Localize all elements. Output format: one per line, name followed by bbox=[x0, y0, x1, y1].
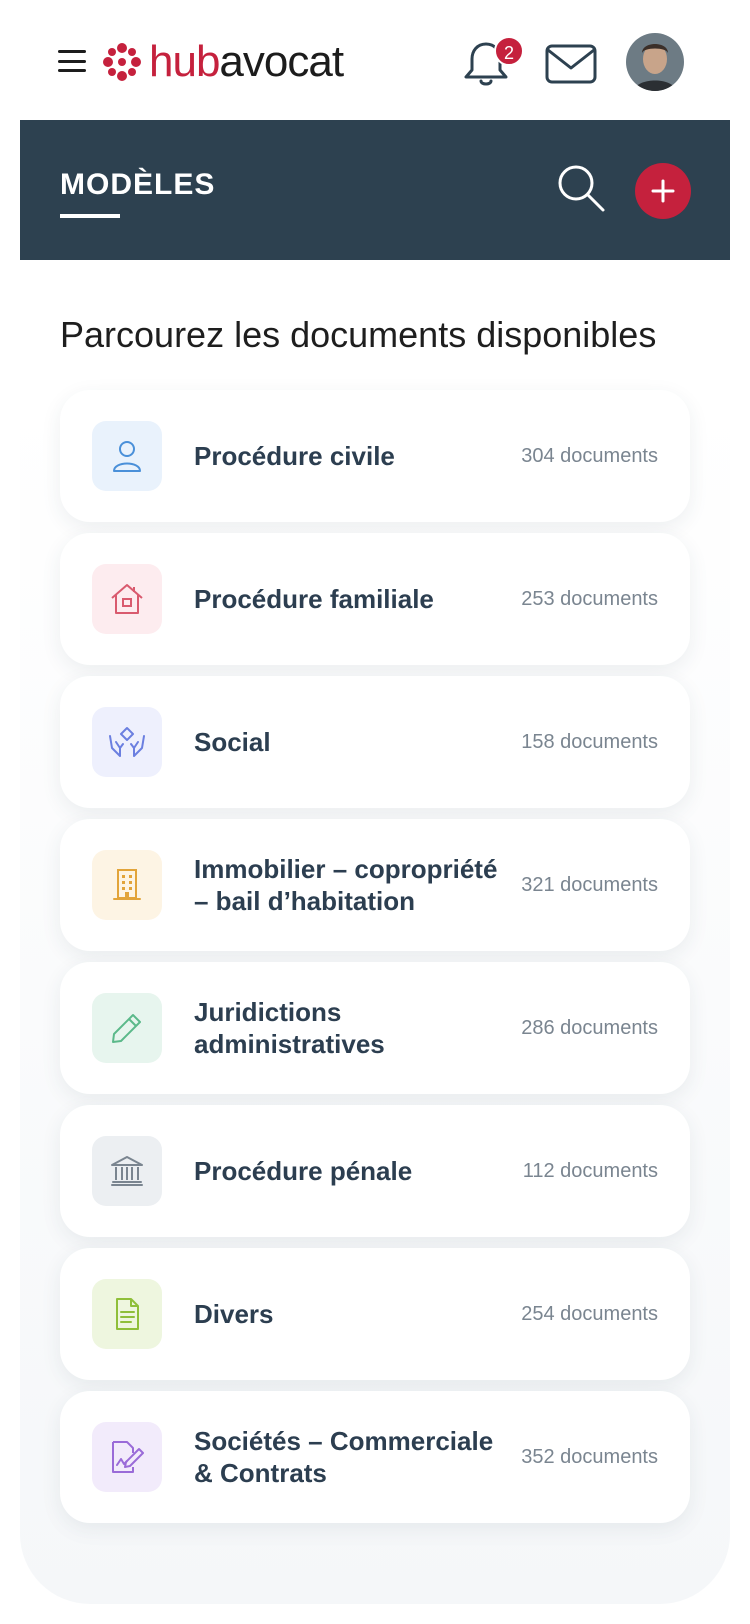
category-card-procedure-penale[interactable]: Procédure pénale 112 documents bbox=[60, 1105, 690, 1237]
category-count: 352 documents bbox=[521, 1445, 658, 1468]
category-count: 286 documents bbox=[521, 1016, 658, 1039]
avatar[interactable] bbox=[626, 33, 684, 91]
category-label: Social bbox=[194, 727, 271, 757]
logo[interactable]: hubavocat bbox=[103, 37, 344, 86]
category-icon-box bbox=[92, 850, 162, 920]
category-count: 158 documents bbox=[521, 730, 658, 753]
pencil-icon bbox=[112, 1014, 141, 1043]
section-header: MODÈLES bbox=[20, 120, 730, 260]
plus-icon bbox=[651, 179, 675, 203]
category-icon-box bbox=[92, 1422, 162, 1492]
category-icon-box bbox=[92, 1279, 162, 1349]
category-count: 112 documents bbox=[522, 1159, 658, 1182]
mail-icon[interactable] bbox=[544, 42, 598, 86]
tab-modeles[interactable]: MODÈLES bbox=[60, 168, 215, 202]
category-icon-box bbox=[92, 1136, 162, 1206]
logo-wordmark: hubavocat bbox=[149, 37, 344, 86]
house-icon bbox=[111, 584, 143, 614]
logo-mark-icon bbox=[103, 43, 141, 81]
contract-signature-icon bbox=[112, 1441, 144, 1473]
category-count: 253 documents bbox=[521, 587, 658, 610]
notification-badge: 2 bbox=[494, 36, 524, 66]
category-card-social[interactable]: Social 158 documents bbox=[60, 676, 690, 808]
category-card-juridictions-administratives[interactable]: Juridictions administratives 286 documen… bbox=[60, 962, 690, 1094]
user-photo bbox=[626, 33, 684, 91]
category-label: Procédure familiale bbox=[194, 584, 434, 614]
category-count: 304 documents bbox=[521, 444, 658, 467]
category-count: 254 documents bbox=[521, 1302, 658, 1325]
category-label: Divers bbox=[194, 1299, 274, 1329]
document-icon bbox=[116, 1298, 139, 1330]
category-card-procedure-civile[interactable]: Procédure civile 304 documents bbox=[60, 390, 690, 522]
logo-hub-text: hub bbox=[149, 37, 220, 86]
category-icon-box bbox=[92, 993, 162, 1063]
active-tab-indicator bbox=[60, 214, 120, 218]
app-screen: hubavocat 2 MODÈLES Parcourez les docume… bbox=[0, 0, 750, 1624]
top-app-bar: hubavocat 2 bbox=[0, 0, 750, 120]
helping-hands-icon bbox=[109, 727, 145, 757]
category-icon-box bbox=[92, 707, 162, 777]
category-card-societes[interactable]: Sociétés – Commerciale & Contrats 352 do… bbox=[60, 1391, 690, 1523]
category-label: Sociétés – Commerciale & Contrats bbox=[194, 1426, 494, 1488]
category-card-procedure-familiale[interactable]: Procédure familiale 253 documents bbox=[60, 533, 690, 665]
search-icon[interactable] bbox=[555, 162, 607, 214]
menu-icon[interactable] bbox=[58, 47, 86, 75]
category-icon-box bbox=[92, 564, 162, 634]
add-button[interactable] bbox=[635, 163, 691, 219]
person-icon bbox=[113, 441, 141, 472]
logo-avocat-text: avocat bbox=[219, 37, 344, 86]
category-icon-box bbox=[92, 421, 162, 491]
category-card-immobilier[interactable]: Immobilier – copropriété – bail d’habita… bbox=[60, 819, 690, 951]
category-label: Procédure pénale bbox=[194, 1156, 413, 1186]
courthouse-icon bbox=[111, 1156, 143, 1186]
category-label: Immobilier – copropriété – bail d’habita… bbox=[194, 854, 498, 916]
building-icon bbox=[113, 869, 141, 900]
category-label: Juridictions administratives bbox=[194, 997, 385, 1059]
category-count: 321 documents bbox=[521, 873, 658, 896]
page-heading: Parcourez les documents disponibles bbox=[60, 314, 657, 355]
category-label: Procédure civile bbox=[194, 441, 395, 471]
category-card-divers[interactable]: Divers 254 documents bbox=[60, 1248, 690, 1380]
